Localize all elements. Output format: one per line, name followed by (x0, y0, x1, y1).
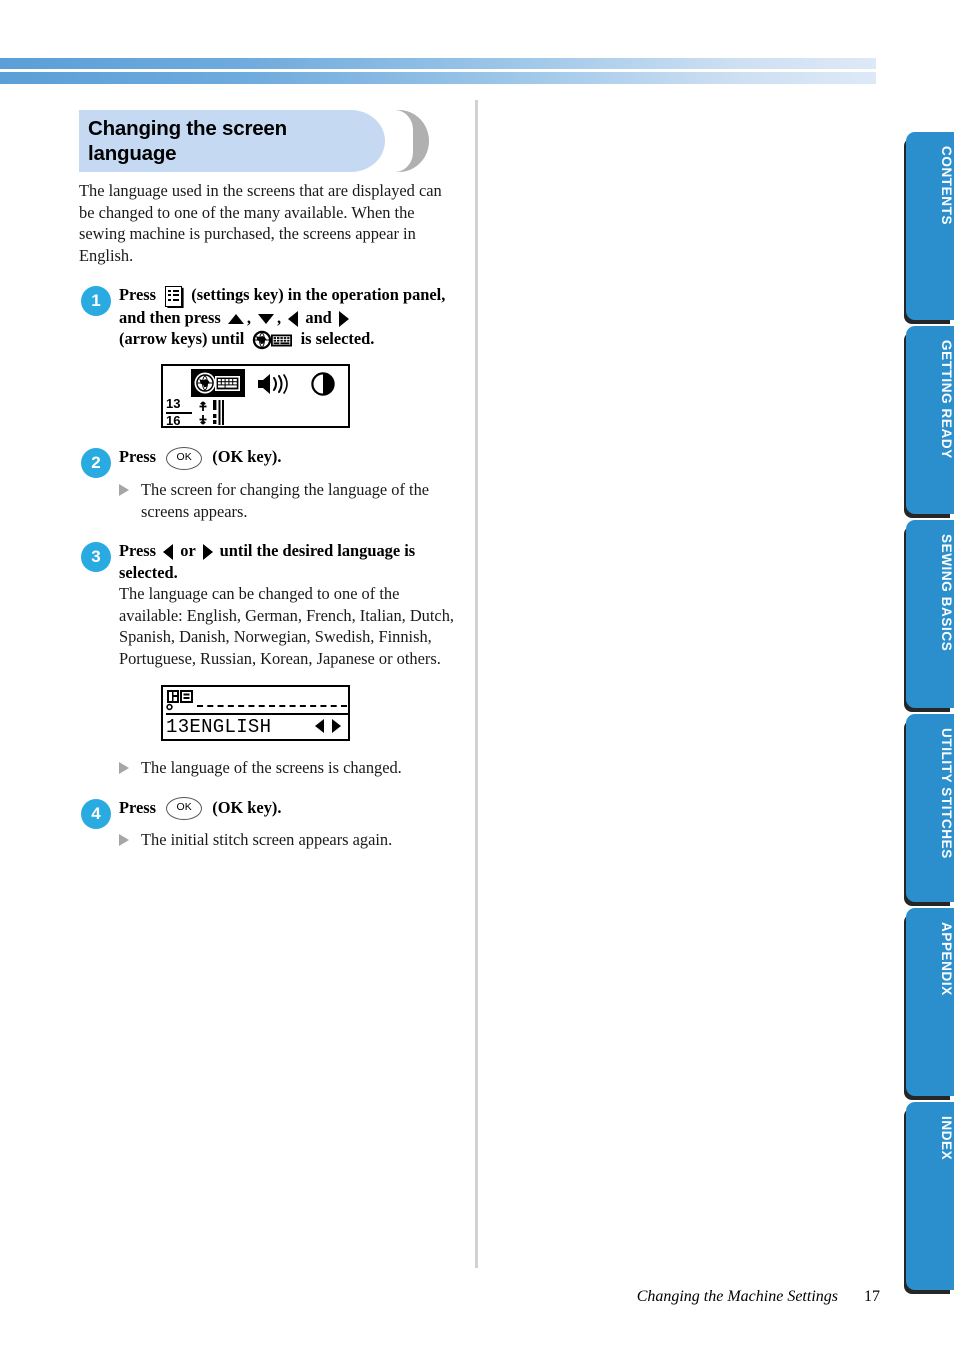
step-3-text-a: Press (119, 541, 157, 561)
page-title-line1: Changing the screen (88, 117, 287, 140)
step-4-result-text: The initial stitch screen appears again. (141, 830, 393, 850)
step-3-heading: Press or until the desired language is s… (119, 540, 455, 583)
tab-appendix-label: APPENDIX (939, 922, 954, 996)
step-3-number: 3 (81, 542, 111, 573)
tab-getting-ready-label: GETTING READY (939, 340, 954, 459)
step-2-result: The screen for changing the language of … (119, 479, 455, 522)
tab-contents-label: CONTENTS (939, 146, 954, 226)
lcd-num-top: 13 (166, 397, 192, 414)
lcd-num-bottom: 16 (166, 412, 181, 428)
step-4-result: The initial stitch screen appears again. (119, 829, 455, 851)
step-1-heading: Press (settings key) in the operation pa… (119, 284, 455, 350)
tab-index[interactable]: INDEX (906, 1102, 954, 1290)
step-1-text-e: is selected. (300, 329, 375, 349)
lcd-stitch-numbers: 13 16 (166, 397, 192, 428)
step-2-number: 2 (81, 448, 111, 479)
tab-index-label: INDEX (939, 1116, 954, 1161)
lcd-arrow-pair (311, 719, 341, 738)
down-arrow-icon (258, 313, 275, 324)
tab-getting-ready[interactable]: GETTING READY (906, 326, 954, 514)
right-arrow-icon (202, 544, 213, 561)
step-3-text-or: or (180, 541, 196, 561)
lcd-globe-keyboard-icon (194, 372, 240, 394)
lcd-language-select-icon (166, 690, 193, 711)
ok-key-icon: OK (166, 447, 203, 471)
tab-appendix[interactable]: APPENDIX (906, 908, 954, 1096)
right-arrow-icon (338, 310, 349, 327)
settings-key-icon (165, 285, 183, 307)
step-2-text-b: (OK key). (212, 447, 282, 467)
lcd-stitch-preview-icon (199, 400, 224, 426)
page-footer: Changing the Machine Settings 17 (0, 1288, 880, 1306)
lcd-language-number: 13 (166, 716, 190, 739)
lcd-settings-screen: 13 16 (161, 364, 350, 429)
step-1-comma-1: , (246, 307, 251, 327)
top-gradient-banner (0, 58, 876, 84)
step-3-result: The language of the screens is changed. (119, 757, 455, 779)
lcd-language-screen: 13ENGLISH (161, 685, 350, 742)
tab-utility-stitches[interactable]: UTILITY STITCHES (906, 714, 954, 902)
step-1-number: 1 (81, 286, 111, 316)
step-4-text-b: (OK key). (212, 797, 282, 817)
step-2-text-a: Press (119, 447, 157, 467)
step-4: 4 Press OK (OK key). The initial stitch … (79, 797, 455, 851)
left-arrow-icon (288, 310, 299, 327)
step-2-heading: Press OK (OK key). (119, 446, 455, 471)
globe-keyboard-icon (251, 330, 293, 350)
step-2-result-text: The screen for changing the language of … (141, 480, 430, 521)
side-tab-nav: CONTENTS GETTING READY SEWING BASICS UTI… (900, 0, 954, 1348)
up-arrow-icon (227, 313, 244, 324)
banner-strip-upper (0, 58, 876, 69)
step-1-comma-2: , (277, 307, 282, 327)
step-1-text-c: and (305, 307, 332, 327)
section-header: Changing the screen language (79, 110, 455, 174)
step-3-result-text: The language of the screens is changed. (141, 758, 402, 778)
footer-page-number: 17 (864, 1288, 880, 1305)
main-content: Changing the screen language The languag… (79, 110, 455, 851)
step-4-text-a: Press (119, 797, 157, 817)
tab-utility-stitches-label: UTILITY STITCHES (939, 728, 954, 859)
lcd-right-arrow-icon (332, 719, 341, 734)
step-1-text-a: Press (119, 285, 157, 304)
result-bullet-icon (119, 762, 129, 775)
tab-contents[interactable]: CONTENTS (906, 132, 954, 320)
lcd-contrast-icon (311, 372, 335, 397)
tab-sewing-basics-label: SEWING BASICS (939, 534, 954, 652)
banner-strip-lower (0, 72, 876, 84)
page-title: Changing the screen language (88, 117, 368, 166)
footer-chapter-title: Changing the Machine Settings (636, 1288, 838, 1305)
lcd-dashed-separator (197, 705, 347, 708)
tab-sewing-basics[interactable]: SEWING BASICS (906, 520, 954, 708)
step-4-number: 4 (81, 798, 111, 829)
result-bullet-icon (119, 484, 129, 497)
column-divider (475, 100, 478, 1268)
step-2: 2 Press OK (OK key). The screen for chan… (79, 446, 455, 522)
lcd-left-arrow-icon (315, 719, 324, 734)
step-4-heading: Press OK (OK key). (119, 797, 455, 821)
step-1: 1 Press (settings key) in the operation … (79, 284, 455, 429)
lcd-language-name: ENGLISH (189, 716, 272, 739)
result-bullet-icon (119, 834, 129, 847)
step-3: 3 Press or until the desired language is… (79, 540, 455, 779)
ok-key-icon: OK (166, 797, 203, 821)
lcd-language-value: 13ENGLISH (166, 715, 271, 739)
lcd-speaker-volume-icon (258, 374, 288, 395)
left-arrow-icon (163, 544, 174, 561)
step-3-body: The language can be changed to one of th… (119, 584, 454, 668)
intro-paragraph: The language used in the screens that ar… (79, 181, 442, 265)
page-title-line2: language (88, 141, 177, 165)
step-1-text-d: (arrow keys) until (119, 329, 245, 349)
